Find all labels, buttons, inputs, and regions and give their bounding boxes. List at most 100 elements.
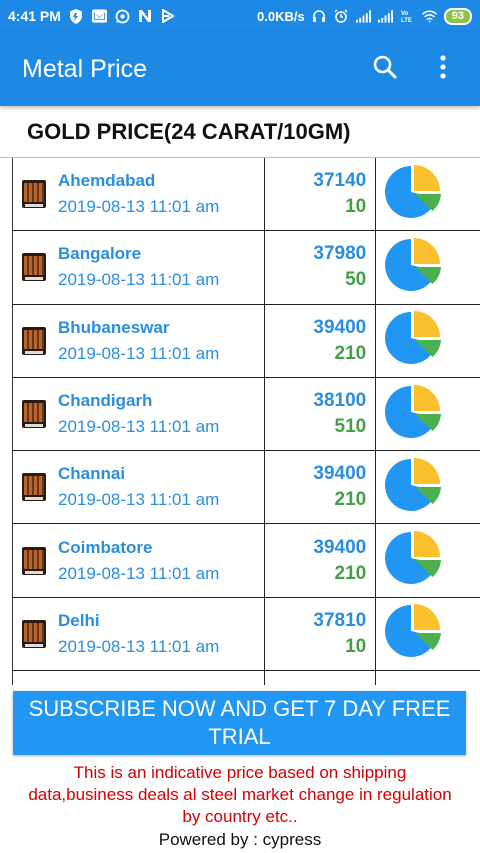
price-cell: 38100 510 — [265, 377, 377, 451]
section-title: GOLD PRICE(24 CARAT/10GM) — [0, 106, 480, 158]
metal-thumbnail-icon — [22, 326, 46, 355]
signal-icon — [377, 9, 393, 24]
update-date: 2019-08-13 11:01 am — [58, 563, 220, 583]
metal-thumbnail-icon — [22, 180, 46, 209]
chart-cell — [376, 378, 480, 450]
list-item[interactable]: Chandigarh 2019-08-13 11:01 am 38100 510 — [13, 377, 480, 452]
update-date: 2019-08-13 11:01 am — [58, 636, 220, 656]
pie-chart-icon — [385, 164, 442, 225]
more-vert-icon — [439, 54, 447, 85]
pie-chart-icon — [385, 384, 442, 445]
price-change: 210 — [334, 489, 367, 511]
shield-icon — [69, 8, 84, 24]
chart-cell — [376, 451, 480, 523]
svg-text:Vo: Vo — [401, 11, 409, 17]
chart-cell — [376, 671, 480, 685]
subscribe-button[interactable]: SUBSCRIBE NOW AND GET 7 DAY FREE TRIAL — [13, 691, 466, 755]
city-name: Bhubaneswar — [58, 317, 170, 337]
price-cell: 39400 210 — [265, 451, 377, 524]
list-item[interactable] — [13, 671, 480, 685]
wifi-icon — [421, 9, 437, 24]
chart-cell — [376, 158, 480, 230]
update-date: 2019-08-13 11:01 am — [58, 270, 220, 290]
price-list[interactable]: Ahemdabad 2019-08-13 11:01 am 37140 10 Banga… — [12, 158, 480, 685]
price-cell: 37140 10 — [265, 158, 377, 231]
city-cell: Chandigarh 2019-08-13 11:01 am — [13, 377, 266, 451]
metal-thumbnail-icon — [22, 400, 46, 429]
price-change: 50 — [345, 269, 367, 291]
price-value: 39400 — [313, 463, 367, 485]
list-item[interactable]: Bhubaneswar 2019-08-13 11:01 am 39400 210 — [13, 304, 480, 378]
city-cell: Bhubaneswar 2019-08-13 11:01 am — [13, 304, 266, 377]
price-cell — [265, 671, 377, 685]
overflow-menu-button[interactable] — [428, 54, 458, 84]
city-cell: Bangalore 2019-08-13 11:01 am — [13, 231, 266, 304]
city-name: Chandigarh — [58, 391, 153, 411]
price-value: 37980 — [313, 243, 367, 265]
status-bar: 4:41 PM 0.0KB/s Vo LTE 93 — [0, 0, 480, 32]
price-cell: 37980 50 — [265, 231, 377, 304]
play-icon — [161, 9, 176, 24]
disclaimer-text: This is an indicative price based on shi… — [28, 763, 452, 826]
metal-thumbnail-icon — [22, 619, 46, 648]
city-name: Bangalore — [58, 244, 142, 264]
metal-thumbnail-icon — [22, 473, 46, 502]
metal-thumbnail-icon — [22, 253, 46, 282]
city-cell: Delhi 2019-08-13 11:01 am — [13, 597, 266, 671]
chart-cell — [376, 524, 480, 596]
city-name: Channai — [58, 464, 126, 484]
app-title: Metal Price — [22, 54, 148, 83]
battery-indicator: 93 — [443, 7, 472, 25]
network-speed: 0.0KB/s — [257, 8, 305, 24]
price-value: 37810 — [313, 609, 367, 631]
metal-thumbnail-icon — [22, 546, 46, 575]
list-item[interactable]: Channai 2019-08-13 11:01 am 39400 210 — [13, 451, 480, 525]
svg-text:LTE: LTE — [401, 18, 412, 23]
volte-icon: Vo LTE — [400, 9, 415, 24]
chart-cell — [376, 598, 480, 670]
signal-icon — [355, 9, 371, 24]
app-bar: Metal Price — [0, 32, 480, 106]
price-change: 10 — [345, 196, 367, 218]
alarm-icon — [334, 9, 349, 24]
city-cell: Channai 2019-08-13 11:01 am — [13, 451, 266, 524]
list-item[interactable]: Ahemdabad 2019-08-13 11:01 am 37140 10 — [13, 158, 480, 232]
list-item[interactable]: Delhi 2019-08-13 11:01 am 37810 10 — [13, 597, 480, 672]
update-date: 2019-08-13 11:01 am — [58, 197, 220, 217]
city-cell: Coimbatore 2019-08-13 11:01 am — [13, 524, 266, 597]
city-name: Coimbatore — [58, 537, 153, 557]
powered-by: Powered by : cypress — [158, 830, 322, 849]
price-value: 37140 — [313, 170, 367, 192]
n-icon — [138, 9, 153, 24]
list-item[interactable]: Bangalore 2019-08-13 11:01 am 37980 50 — [13, 231, 480, 305]
price-change: 510 — [334, 416, 367, 438]
status-time: 4:41 PM — [8, 8, 61, 24]
chart-cell — [376, 305, 480, 377]
update-date: 2019-08-13 11:01 am — [58, 490, 220, 510]
price-cell: 39400 210 — [265, 304, 377, 377]
price-cell: 39400 210 — [265, 524, 377, 597]
price-change: 210 — [334, 342, 367, 364]
city-cell — [13, 671, 266, 685]
pie-chart-icon — [385, 457, 442, 518]
list-item[interactable]: Coimbatore 2019-08-13 11:01 am 39400 210 — [13, 524, 480, 598]
pie-chart-icon — [385, 237, 442, 298]
city-name: Delhi — [58, 610, 100, 630]
price-value: 39400 — [313, 536, 367, 558]
pie-chart-icon — [385, 603, 442, 664]
pie-chart-icon — [385, 310, 442, 371]
update-date: 2019-08-13 11:01 am — [58, 417, 220, 437]
headphones-icon — [312, 9, 327, 24]
price-value: 39400 — [313, 316, 367, 338]
price-value: 38100 — [313, 390, 367, 412]
city-cell: Ahemdabad 2019-08-13 11:01 am — [13, 158, 266, 231]
city-name: Ahemdabad — [58, 171, 156, 191]
price-change: 10 — [345, 635, 367, 657]
update-date: 2019-08-13 11:01 am — [58, 343, 220, 363]
whatsapp-icon — [115, 9, 130, 24]
chart-cell — [376, 231, 480, 303]
price-cell: 37810 10 — [265, 597, 377, 671]
price-change: 210 — [334, 562, 367, 584]
search-icon — [372, 54, 398, 85]
search-button[interactable] — [370, 54, 400, 84]
